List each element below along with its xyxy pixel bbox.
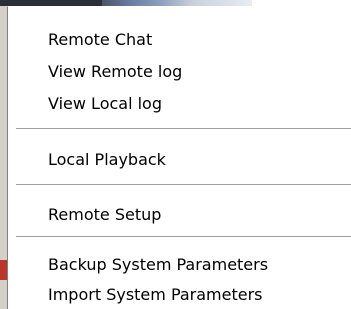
menu-item-backup-system-parameters[interactable]: Backup System Parameters xyxy=(48,252,268,278)
background-window-edge-accent xyxy=(0,260,7,280)
menu-item-view-local-log[interactable]: View Local log xyxy=(48,91,162,117)
menu-item-remote-setup[interactable]: Remote Setup xyxy=(48,202,161,228)
menu-separator xyxy=(16,236,351,238)
menu-item-import-system-parameters[interactable]: Import System Parameters xyxy=(48,282,263,308)
menu-item-remote-chat[interactable]: Remote Chat xyxy=(48,27,152,53)
menu-item-view-remote-log[interactable]: View Remote log xyxy=(48,59,182,85)
menu-separator xyxy=(16,184,351,186)
menu-separator xyxy=(16,128,351,130)
context-menu: Remote Chat View Remote log View Local l… xyxy=(7,6,351,309)
menu-item-local-playback[interactable]: Local Playback xyxy=(48,147,166,173)
